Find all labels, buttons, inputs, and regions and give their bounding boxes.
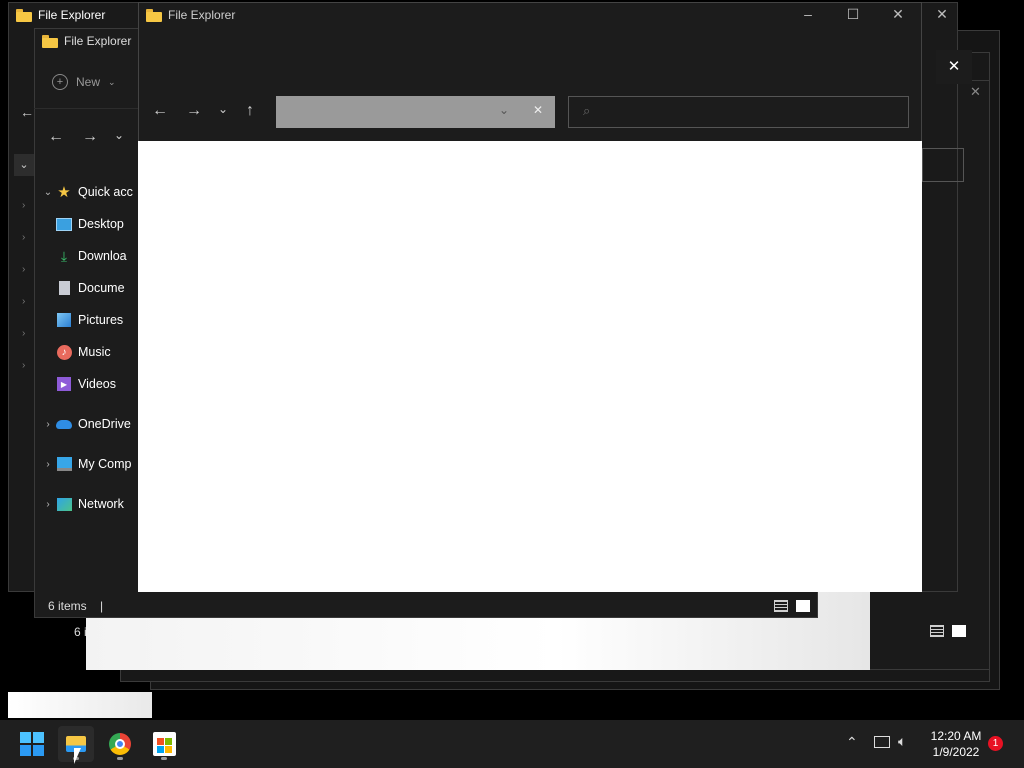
music-icon: ♪ [56,344,72,360]
pictures-icon [56,312,72,328]
sidebar-item-documents[interactable]: Docume [56,274,125,302]
taskbar-store[interactable] [146,726,182,762]
up-button[interactable]: ↑ [246,102,254,120]
close-button[interactable]: ✕ [888,6,908,23]
taskbar: ⌃ 🔈︎ 12:20 AM 1/9/2022 1 [0,720,1024,768]
search-icon: ⌕ [583,103,591,118]
right-window-close-ghost: ✕ [970,84,981,99]
sidebar-item-videos[interactable]: ▶ Videos [56,370,116,398]
recent-locations-button[interactable]: ⌄ [218,102,228,116]
middle-toolbar-divider [34,108,138,109]
back-window-expand-chevron[interactable]: ⌄ [14,154,34,176]
running-indicator [117,757,123,760]
back-button[interactable]: ← [152,102,168,120]
sidebar-item-network[interactable]: › Network [40,490,124,518]
tiles-view-icon[interactable] [796,600,810,612]
notification-badge[interactable]: 1 [988,736,1003,751]
desktop-icon [56,216,72,232]
sidebar-item-quick-access[interactable]: ⌄ ★ Quick acc [40,178,133,206]
details-view-icon[interactable] [774,600,788,612]
middle-forward-button[interactable]: → [82,128,98,146]
address-bar[interactable]: ⌄ ✕ [276,96,555,128]
sidebar-item-my-computer[interactable]: › My Comp [40,450,131,478]
sidebar-item-pictures[interactable]: Pictures [56,306,123,334]
minimize-button[interactable]: – [798,6,818,22]
front-window-title: File Explorer [146,8,235,22]
right-window-search-ghost [922,148,964,182]
mouse-cursor-icon [74,748,81,764]
address-clear-icon[interactable]: ✕ [533,103,543,117]
folder-icon [146,8,162,22]
cloud-icon [56,416,72,432]
back-close-button[interactable]: ✕ [932,6,952,23]
computer-icon [56,456,72,472]
tiles-view-icon[interactable] [952,625,966,637]
chevron-right-icon[interactable]: › [40,459,56,470]
middle-back-button[interactable]: ← [48,128,64,146]
chrome-icon [109,733,131,755]
network-icon [56,496,72,512]
address-dropdown-chevron-icon[interactable]: ⌄ [499,103,509,117]
back-window-back-arrow[interactable]: ← [20,104,34,120]
middle-window-title: File Explorer [42,34,131,48]
chevron-right-icon[interactable]: › [40,419,56,430]
clock-date: 1/9/2022 [932,745,980,759]
new-button[interactable]: + New ⌄ [52,74,116,90]
status-item-count: 6 items | [48,599,104,613]
file-list-content-area[interactable] [138,141,922,592]
folder-icon [16,8,32,22]
star-icon: ★ [57,184,71,201]
taskbar-chrome[interactable] [102,726,138,762]
running-indicator [161,757,167,760]
chevron-down-icon: ⌄ [108,76,116,87]
plus-circle-icon: + [52,74,68,90]
middle-recent-chevron[interactable]: ⌄ [114,128,124,142]
network-status-icon[interactable] [874,736,890,748]
status-divider: | [100,599,104,613]
maximize-button[interactable]: ☐ [843,6,863,23]
sidebar-item-desktop[interactable]: Desktop [56,210,124,238]
sidebar-item-onedrive[interactable]: › OneDrive [40,410,130,438]
start-button[interactable] [14,726,50,762]
document-icon [56,280,72,296]
clock[interactable]: 12:20 AM 1/9/2022 [926,728,986,760]
store-icon [152,732,176,756]
show-hidden-icons-button[interactable]: ⌃ [846,734,858,751]
clock-time: 12:20 AM [930,729,982,743]
windows-logo-icon [20,732,44,756]
details-view-icon[interactable] [930,625,944,637]
volume-icon[interactable]: 🔈︎ [898,733,906,750]
back-window-title: File Explorer [16,8,105,22]
chevron-down-icon[interactable]: ⌄ [40,187,56,198]
back-window-status-count: 6 i [74,625,87,639]
search-box[interactable]: ⌕ [568,96,909,128]
folder-icon [42,34,58,48]
back-window-white-strip [8,692,152,718]
sidebar-item-music[interactable]: ♪ Music [56,338,111,366]
download-icon: ⤓ [60,247,68,264]
chevron-right-icon[interactable]: › [40,499,56,510]
right-window-close-button[interactable]: ✕ [936,50,972,84]
forward-button[interactable]: → [186,102,202,120]
back-window-tree-chevrons: › › › › › › [22,200,26,371]
videos-icon: ▶ [56,376,72,392]
sidebar-item-downloads[interactable]: ⤓ Downloa [56,242,127,270]
